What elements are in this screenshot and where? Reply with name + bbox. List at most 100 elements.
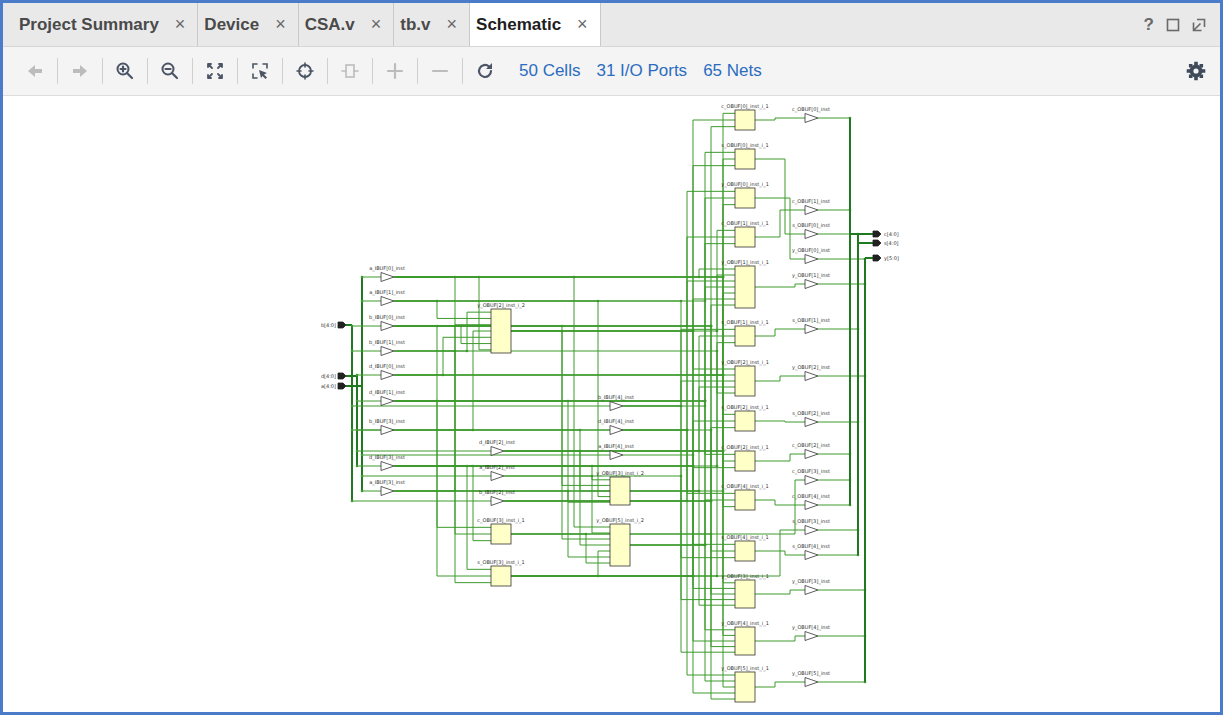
input-buffer[interactable] — [381, 426, 394, 435]
tab[interactable]: Schematic× — [470, 3, 601, 46]
net-wire[interactable] — [755, 636, 805, 641]
net-wire[interactable] — [394, 491, 735, 605]
input-buffer[interactable] — [491, 497, 504, 506]
lut-cell[interactable] — [735, 326, 755, 346]
lut-cell[interactable] — [735, 627, 755, 655]
net-wire[interactable] — [511, 576, 735, 641]
net-wire[interactable] — [818, 422, 858, 423]
net-wire[interactable] — [504, 476, 610, 480]
net-wire[interactable] — [394, 275, 735, 466]
net-wire[interactable] — [394, 277, 491, 534]
output-buffer[interactable] — [805, 476, 818, 485]
input-buffer[interactable] — [381, 273, 394, 282]
toolbar-button[interactable] — [152, 53, 188, 89]
input-buffer[interactable] — [381, 462, 394, 471]
lut-cell[interactable] — [735, 266, 755, 308]
net-wire[interactable] — [623, 430, 735, 493]
net-wire[interactable] — [818, 480, 850, 481]
input-buffer[interactable] — [381, 371, 394, 380]
input-buffer[interactable] — [491, 447, 504, 456]
input-buffer[interactable] — [610, 451, 623, 460]
toolbar-button[interactable] — [17, 53, 53, 89]
output-buffer[interactable] — [805, 418, 818, 427]
net-wire[interactable] — [630, 387, 735, 491]
net-wire[interactable] — [394, 331, 491, 430]
net-wire[interactable] — [394, 375, 735, 507]
net-wire[interactable] — [362, 277, 381, 278]
net-wire[interactable] — [394, 301, 610, 497]
net-wire[interactable] — [818, 454, 850, 455]
net-wire[interactable] — [755, 500, 805, 505]
stat-link[interactable]: 65 Nets — [703, 61, 762, 81]
stat-link[interactable]: 50 Cells — [519, 61, 580, 81]
net-wire[interactable] — [818, 210, 850, 211]
tab-label[interactable]: tb.v — [400, 15, 430, 35]
close-tab-button[interactable]: × — [577, 14, 588, 35]
net-wire[interactable] — [818, 590, 865, 591]
net-wire[interactable] — [511, 534, 610, 563]
close-tab-button[interactable]: × — [175, 14, 186, 35]
net-wire[interactable] — [346, 375, 357, 377]
net-wire[interactable] — [630, 500, 735, 545]
net-wire[interactable] — [357, 375, 381, 376]
net-wire[interactable] — [755, 682, 805, 687]
toolbar-button[interactable] — [377, 53, 413, 89]
lut-cell[interactable] — [491, 524, 511, 544]
net-wire[interactable] — [850, 233, 873, 235]
input-buffer[interactable] — [381, 322, 394, 331]
net-wire[interactable] — [394, 305, 735, 326]
net-wire[interactable] — [511, 480, 805, 534]
input-buffer[interactable] — [381, 347, 394, 356]
net-wire[interactable] — [755, 421, 805, 422]
input-buffer[interactable] — [610, 426, 623, 435]
output-buffer[interactable] — [805, 526, 818, 535]
net-wire[interactable] — [504, 451, 735, 461]
tab-label[interactable]: Device — [204, 15, 259, 35]
schematic-canvas[interactable]: b[4:0]d[4:0]a[4:0]c_OBUF[0]_inst_i_1s_OB… — [3, 96, 1220, 712]
net-wire[interactable] — [630, 545, 735, 681]
net-wire[interactable] — [361, 277, 363, 491]
net-wire[interactable] — [394, 337, 491, 375]
net-wire[interactable] — [394, 351, 735, 393]
lut-cell[interactable] — [735, 672, 755, 702]
net-wire[interactable] — [818, 555, 858, 556]
output-buffer[interactable] — [805, 450, 818, 459]
net-wire[interactable] — [504, 127, 735, 501]
net-wire[interactable] — [394, 466, 491, 541]
net-wire[interactable] — [394, 205, 735, 375]
net-wire[interactable] — [394, 351, 491, 583]
lut-cell[interactable] — [610, 477, 630, 505]
net-wire[interactable] — [394, 430, 735, 647]
maximize-icon[interactable] — [1166, 18, 1180, 32]
lut-cell[interactable] — [735, 541, 755, 561]
output-buffer[interactable] — [805, 206, 818, 215]
lut-cell[interactable] — [735, 451, 755, 471]
net-wire[interactable] — [346, 385, 362, 387]
tab-label[interactable]: CSA.v — [305, 15, 355, 35]
close-tab-button[interactable]: × — [447, 14, 458, 35]
net-wire[interactable] — [755, 454, 805, 461]
output-buffer[interactable] — [805, 280, 818, 289]
toolbar-button[interactable] — [467, 53, 503, 89]
schematic-diagram[interactable]: b[4:0]d[4:0]a[4:0]c_OBUF[0]_inst_i_1s_OB… — [3, 96, 1220, 712]
toolbar-button[interactable] — [107, 53, 143, 89]
net-wire[interactable] — [357, 451, 491, 452]
toolbar-button[interactable] — [287, 53, 323, 89]
close-tab-button[interactable]: × — [371, 14, 382, 35]
net-wire[interactable] — [623, 455, 735, 693]
net-wire[interactable] — [394, 277, 735, 414]
net-wire[interactable] — [511, 166, 735, 576]
input-buffer[interactable] — [381, 397, 394, 406]
net-wire[interactable] — [394, 401, 735, 630]
net-wire[interactable] — [394, 277, 491, 350]
net-wire[interactable] — [818, 530, 858, 531]
net-wire[interactable] — [394, 113, 735, 277]
net-wire[interactable] — [755, 118, 805, 120]
net-wire[interactable] — [623, 430, 735, 675]
net-wire[interactable] — [357, 466, 381, 467]
net-wire[interactable] — [356, 375, 358, 466]
lut-cell[interactable] — [735, 110, 755, 130]
net-wire[interactable] — [755, 284, 805, 287]
net-wire[interactable] — [755, 551, 805, 555]
toolbar-button[interactable] — [62, 53, 98, 89]
